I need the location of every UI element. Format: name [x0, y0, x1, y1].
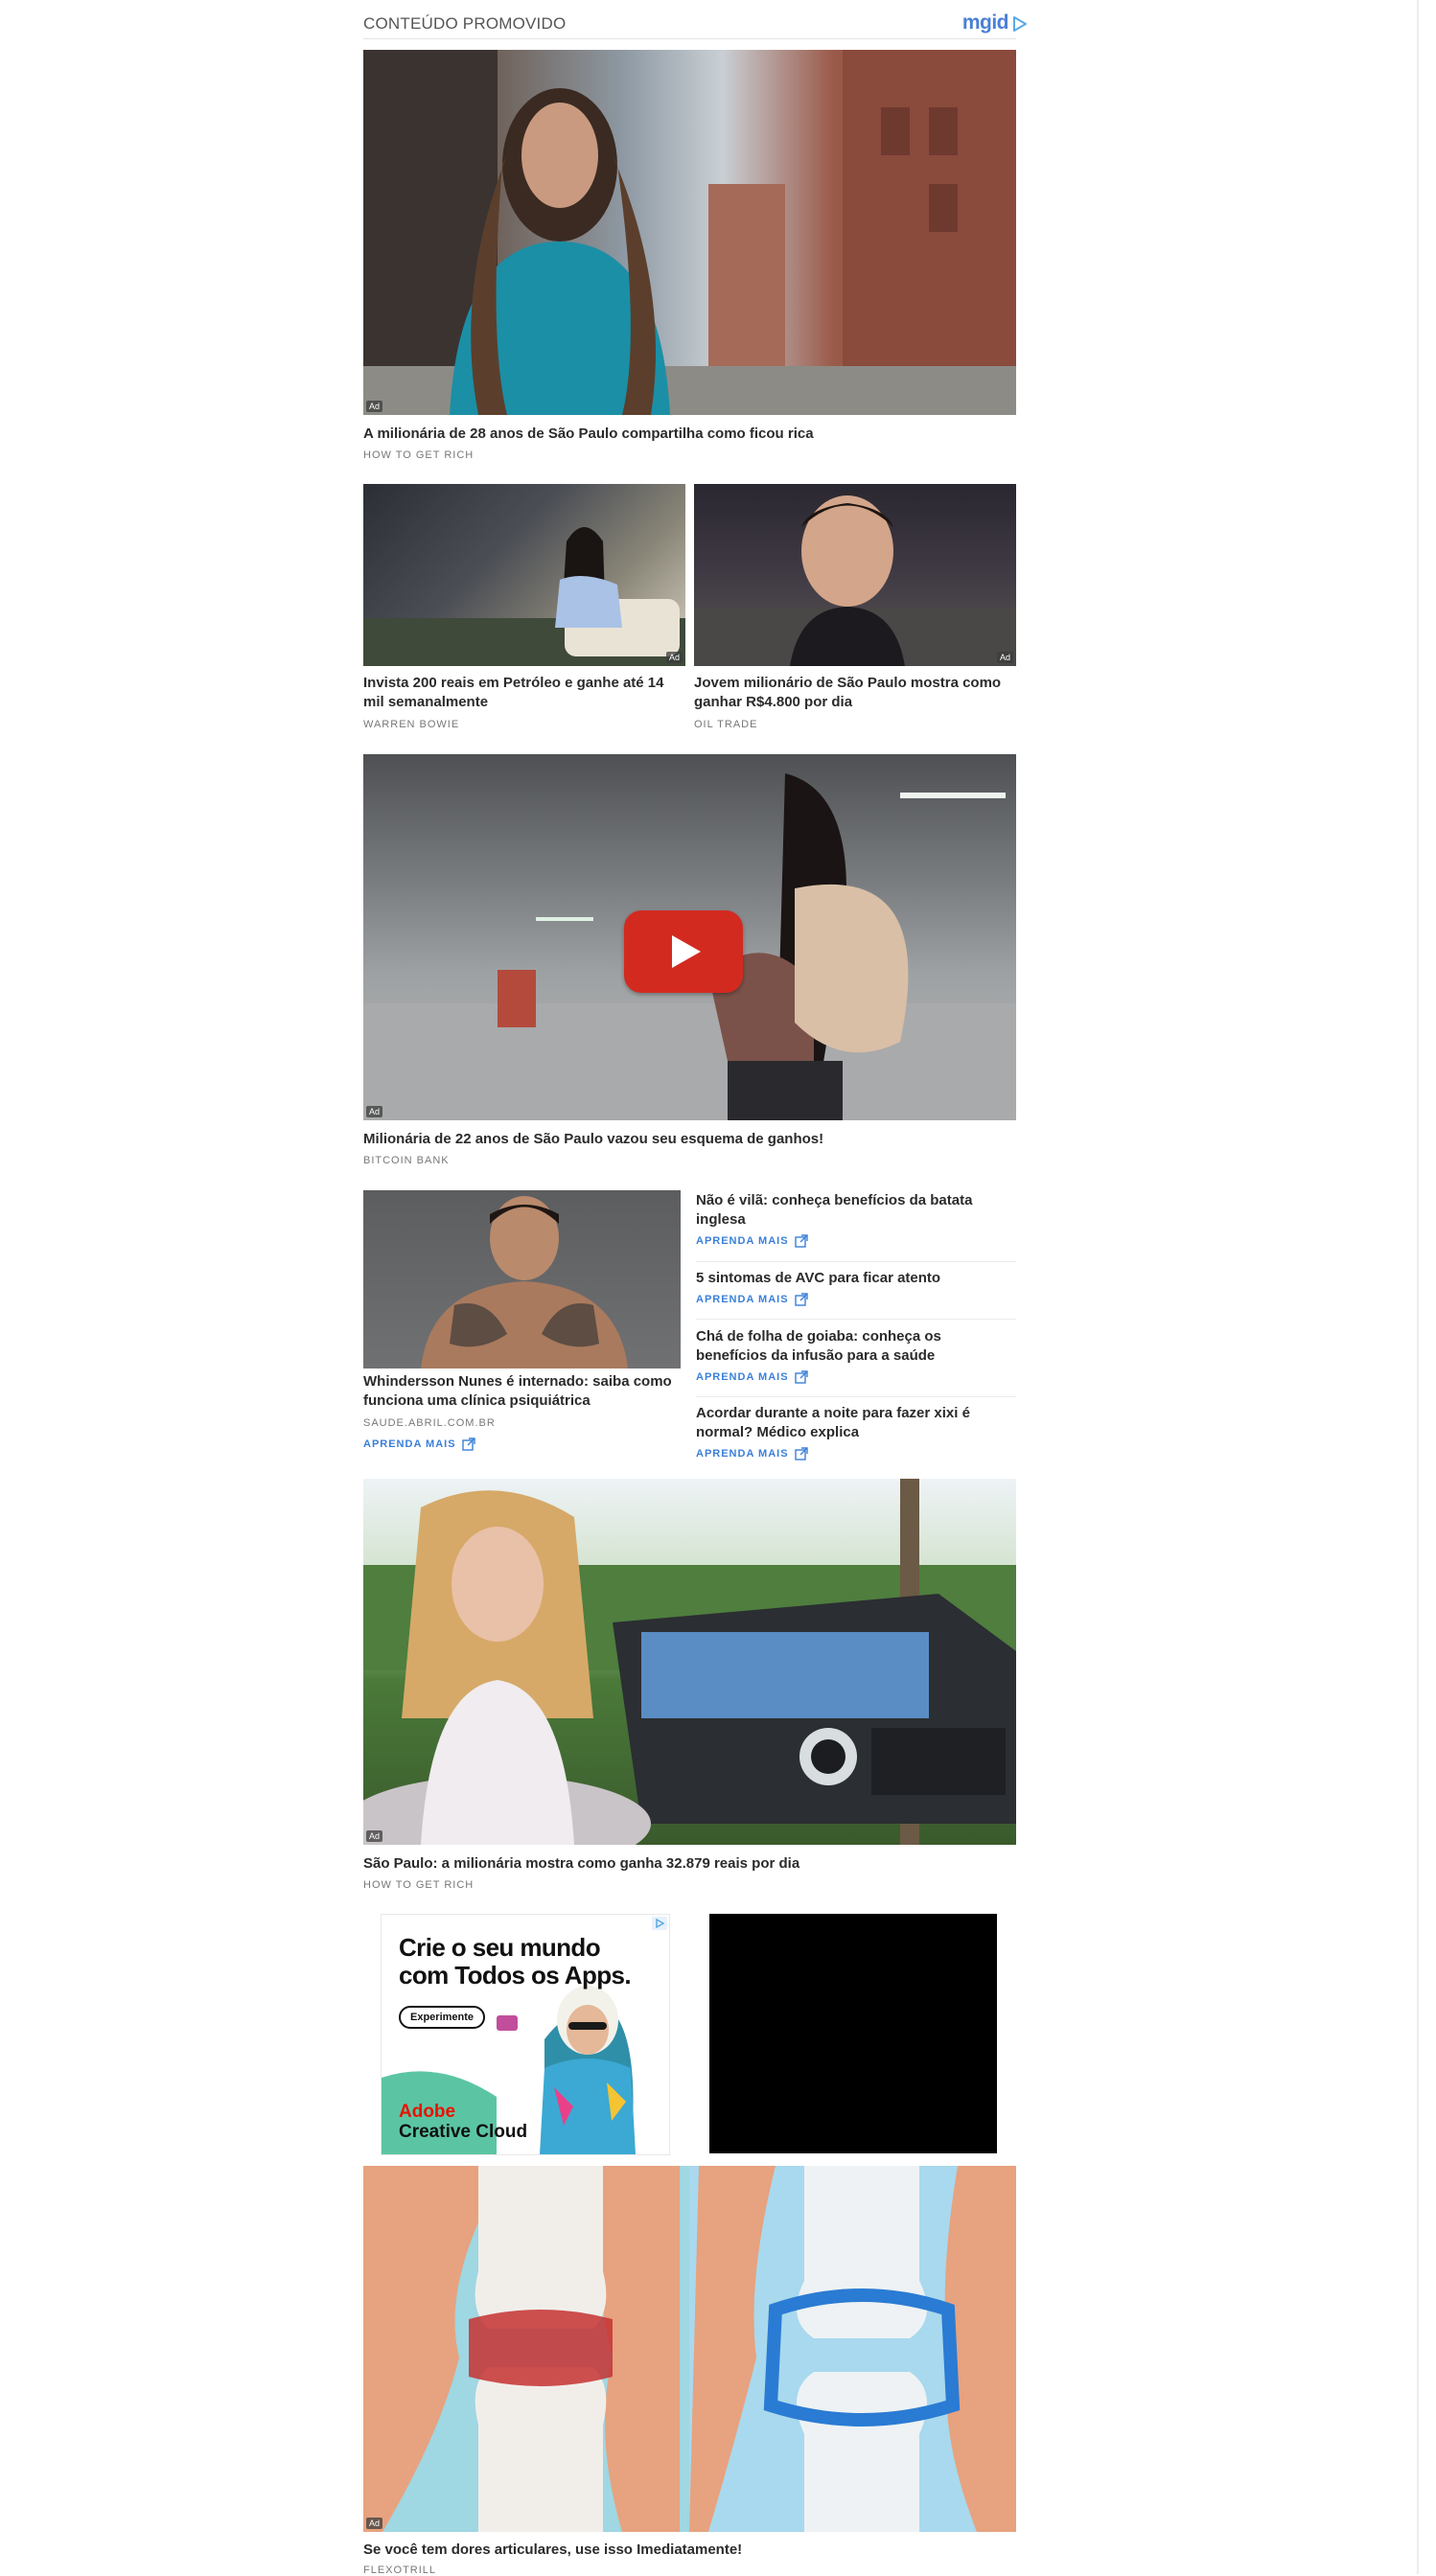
ad-badge: Ad [366, 2518, 383, 2529]
widget-title: CONTEÚDO PROMOVIDO [363, 14, 567, 33]
learn-more-label: APRENDA MAIS [363, 1438, 456, 1450]
news-image-tattooed-man[interactable] [363, 1190, 681, 1368]
external-link-icon [794, 1234, 808, 1248]
ad-source: OIL TRADE [694, 719, 758, 730]
young-man-graphic [694, 495, 1016, 666]
list-divider [696, 1261, 1016, 1262]
ad-image-parking-video[interactable]: Ad [363, 754, 1016, 1120]
ad-source: HOW TO GET RICH [363, 449, 475, 461]
video-play-button[interactable] [624, 910, 743, 993]
widget-header: CONTEÚDO PROMOVIDO mgid [363, 12, 1027, 39]
mgid-logo[interactable]: mgid [962, 12, 1009, 34]
sofa-scene-graphic [363, 527, 685, 666]
external-link-icon [461, 1438, 475, 1451]
ad-title[interactable]: São Paulo: a milionária mostra como ganh… [363, 1854, 1016, 1874]
adobe-creative-cloud-banner[interactable]: Crie o seu mundo com Todos os Apps. Expe… [381, 1914, 670, 2155]
side-news-title[interactable]: Chá de folha de goiaba: conheça os benef… [696, 1327, 1016, 1366]
adobe-brand-name: Adobe [399, 2102, 456, 2122]
external-link-icon [794, 1370, 808, 1384]
adobe-headline: Crie o seu mundo com Todos os Apps. [399, 1933, 632, 1990]
list-divider [696, 1319, 1016, 1320]
ad-image-young-man[interactable]: Ad [694, 484, 1016, 666]
ad-image-woman-sofa[interactable]: Ad [363, 484, 685, 666]
car-scene-graphic [363, 1479, 1016, 1845]
news-title[interactable]: Whindersson Nunes é internado: saiba com… [363, 1372, 681, 1411]
ad-source: HOW TO GET RICH [363, 1879, 475, 1891]
learn-more-link[interactable]: APRENDA MAIS [696, 1293, 808, 1306]
adchoices-icon[interactable] [652, 1917, 667, 1930]
ad-title[interactable]: Jovem milionário de São Paulo mostra com… [694, 674, 1016, 712]
ad-title[interactable]: A milionária de 28 anos de São Paulo com… [363, 425, 1016, 444]
ad-title[interactable]: Se você tem dores articulares, use isso … [363, 2541, 1016, 2560]
learn-more-link[interactable]: APRENDA MAIS [696, 1447, 808, 1460]
ad-title[interactable]: Milionária de 22 anos de São Paulo vazou… [363, 1130, 1016, 1149]
ad-image-woman-car[interactable]: Ad [363, 1479, 1016, 1845]
learn-more-label: APRENDA MAIS [696, 1371, 789, 1383]
ad-badge: Ad [366, 1106, 383, 1117]
learn-more-link[interactable]: APRENDA MAIS [363, 1438, 475, 1451]
black-ad-placeholder[interactable] [709, 1914, 997, 2153]
ad-badge: Ad [665, 652, 683, 663]
ad-source: FLEXOTRILL [363, 2564, 437, 2576]
ad-image-city-woman[interactable]: Ad [363, 50, 1016, 415]
side-news-title[interactable]: Acordar durante a noite para fazer xixi … [696, 1404, 1016, 1442]
ad-badge: Ad [366, 1830, 383, 1842]
play-icon [672, 935, 701, 968]
ad-source: BITCOIN BANK [363, 1155, 450, 1166]
ad-source: WARREN BOWIE [363, 719, 460, 730]
learn-more-label: APRENDA MAIS [696, 1235, 789, 1247]
adchoices-icon[interactable] [1010, 14, 1030, 34]
page-edge-divider [1417, 0, 1419, 2574]
side-news-title[interactable]: Não é vilã: conheça benefícios da batata… [696, 1191, 1016, 1230]
joint-illustration-graphic [363, 2166, 1016, 2532]
learn-more-label: APRENDA MAIS [696, 1294, 789, 1305]
city-scene-graphic [363, 50, 1016, 415]
news-source: SAUDE.ABRIL.COM.BR [363, 1417, 496, 1429]
ad-title[interactable]: Invista 200 reais em Petróleo e ganhe at… [363, 674, 685, 712]
learn-more-label: APRENDA MAIS [696, 1448, 789, 1460]
external-link-icon [794, 1447, 808, 1460]
learn-more-link[interactable]: APRENDA MAIS [696, 1234, 808, 1248]
ad-badge: Ad [996, 652, 1013, 663]
tattooed-man-graphic [421, 1196, 628, 1368]
ad-badge: Ad [366, 401, 383, 412]
learn-more-link[interactable]: APRENDA MAIS [696, 1370, 808, 1384]
list-divider [696, 1396, 1016, 1397]
external-link-icon [794, 1293, 808, 1306]
side-news-title[interactable]: 5 sintomas de AVC para ficar atento [696, 1269, 1016, 1288]
ad-image-knee-joints[interactable]: Ad [363, 2166, 1016, 2532]
adobe-try-button[interactable]: Experimente [399, 2006, 486, 2029]
adobe-product-name: Creative Cloud [399, 2122, 528, 2142]
